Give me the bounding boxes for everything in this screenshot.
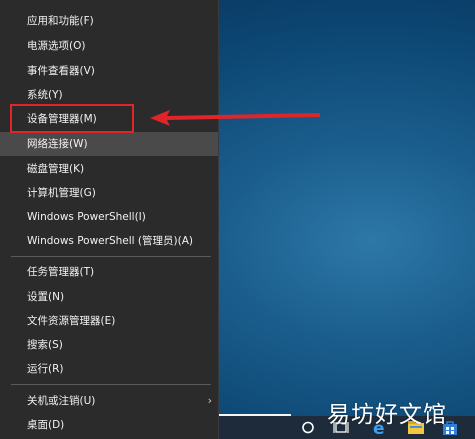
menu-item-disk-management[interactable]: 磁盘管理(K) xyxy=(0,157,218,181)
menu-item-network-connections[interactable]: 网络连接(W) xyxy=(0,132,218,156)
menu-item-powershell[interactable]: Windows PowerShell(I) xyxy=(0,205,218,229)
menu-item-label: 任务管理器(T) xyxy=(27,266,95,278)
menu-item-task-manager[interactable]: 任务管理器(T) xyxy=(0,260,218,284)
chevron-right-icon: › xyxy=(207,394,212,407)
menu-item-label: 事件查看器(V) xyxy=(27,65,95,77)
menu-item-label: 计算机管理(G) xyxy=(27,187,96,199)
site-watermark: 易坊好文馆 xyxy=(327,402,447,428)
search-circle-icon[interactable] xyxy=(299,419,317,436)
menu-item-label: 关机或注销(U) xyxy=(27,395,96,407)
menu-item-label: 电源选项(O) xyxy=(27,40,86,52)
menu-item-label: 桌面(D) xyxy=(27,419,65,431)
annotation-highlight-box xyxy=(10,104,134,133)
menu-separator xyxy=(11,384,211,385)
menu-item-label: Windows PowerShell (管理员)(A) xyxy=(27,235,193,247)
menu-item-search[interactable]: 搜索(S) xyxy=(0,333,218,357)
menu-item-settings[interactable]: 设置(N) xyxy=(0,285,218,309)
menu-item-apps-features[interactable]: 应用和功能(F) xyxy=(0,9,218,33)
annotation-arrow-icon xyxy=(150,110,320,126)
menu-item-label: 磁盘管理(K) xyxy=(27,163,85,175)
menu-item-desktop[interactable]: 桌面(D) xyxy=(0,413,218,437)
menu-item-power-options[interactable]: 电源选项(O) xyxy=(0,34,218,58)
menu-item-label: Windows PowerShell(I) xyxy=(27,211,146,223)
menu-item-file-explorer[interactable]: 文件资源管理器(E) xyxy=(0,309,218,333)
menu-item-label: 应用和功能(F) xyxy=(27,15,94,27)
menu-separator xyxy=(11,256,211,257)
menu-item-label: 搜索(S) xyxy=(27,339,63,351)
menu-item-label: 网络连接(W) xyxy=(27,138,88,150)
menu-item-run[interactable]: 运行(R) xyxy=(0,357,218,381)
menu-item-label: 设置(N) xyxy=(27,291,65,303)
menu-item-event-viewer[interactable]: 事件查看器(V) xyxy=(0,59,218,83)
menu-item-label: 运行(R) xyxy=(27,363,64,375)
menu-item-computer-management[interactable]: 计算机管理(G) xyxy=(0,181,218,205)
menu-item-powershell-admin[interactable]: Windows PowerShell (管理员)(A) xyxy=(0,229,218,253)
winx-power-user-menu: 应用和功能(F) 电源选项(O) 事件查看器(V) 系统(Y) 设备管理器(M)… xyxy=(0,0,219,439)
menu-item-label: 系统(Y) xyxy=(27,89,63,101)
menu-item-label: 文件资源管理器(E) xyxy=(27,315,116,327)
menu-item-shutdown-signout[interactable]: 关机或注销(U) › xyxy=(0,389,218,413)
